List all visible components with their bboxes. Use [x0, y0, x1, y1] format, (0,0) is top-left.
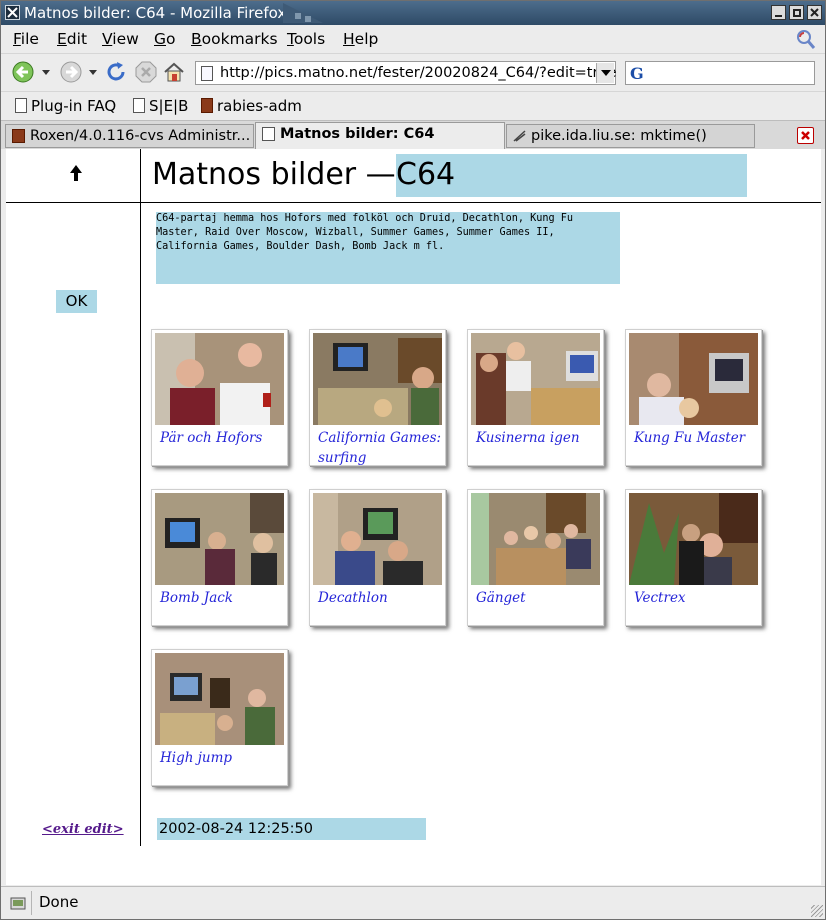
bookmark-label: Plug-in FAQ [31, 97, 117, 115]
search-box[interactable]: G [625, 61, 815, 85]
navigation-toolbar: http://pics.matno.net/fester/20020824_C6… [1, 53, 825, 91]
ok-button[interactable]: OK [56, 290, 97, 313]
menu-bookmarks[interactable]: Bookmarks [191, 30, 278, 48]
photo-card[interactable]: Gänget [467, 489, 604, 626]
photo-caption[interactable]: Bomb Jack [160, 588, 284, 608]
photo-caption[interactable]: Vectrex [634, 588, 758, 608]
photo-caption[interactable]: California Games: surfing [318, 428, 442, 468]
address-dropdown-button[interactable] [596, 63, 614, 83]
connection-status-icon [10, 897, 26, 910]
menu-help[interactable]: Help [343, 30, 378, 48]
status-separator [31, 891, 32, 915]
photo-card[interactable]: Decathlon [309, 489, 446, 626]
menu-view[interactable]: View [102, 30, 139, 48]
google-search-icon[interactable]: G [630, 64, 652, 83]
throbber-icon [797, 30, 816, 49]
photo-caption[interactable]: Pär och Hofors [160, 428, 284, 448]
tab-label: pike.ida.liu.se: mktime() [531, 128, 707, 144]
photo-caption[interactable]: Decathlon [318, 588, 442, 608]
home-icon[interactable] [162, 60, 186, 84]
album-description-field[interactable]: C64-partaj hemma hos Hofors med folköl o… [156, 212, 620, 284]
bookmark-plugin-faq[interactable]: Plug-in FAQ [15, 97, 116, 115]
photo-thumbnail[interactable] [313, 333, 442, 425]
titlebar-decoration [283, 3, 323, 23]
bookmarks-toolbar: Plug-in FAQ S|E|B rabies-adm [1, 91, 825, 120]
photo-thumbnail[interactable] [629, 493, 758, 585]
photo-caption[interactable]: High jump [160, 748, 284, 768]
window-menu-icon[interactable] [5, 5, 20, 20]
photo-thumbnail[interactable] [155, 653, 284, 745]
photo-card[interactable]: High jump [151, 649, 288, 786]
status-text: Done [39, 893, 79, 911]
page-content: Matnos bilder — C64 C64-partaj hemma hos… [6, 149, 821, 885]
forward-arrow-icon[interactable] [59, 60, 83, 84]
menu-go[interactable]: Go [154, 30, 176, 48]
maximize-button[interactable] [789, 5, 804, 20]
close-tab-button[interactable] [797, 127, 814, 144]
photo-thumbnail[interactable] [629, 333, 758, 425]
menu-edit[interactable]: Edit [57, 30, 87, 48]
exit-edit-link[interactable]: <exit edit> [42, 822, 124, 837]
bookmark-label: rabies-adm [217, 97, 302, 115]
photo-card[interactable]: Kusinerna igen [467, 329, 604, 466]
back-dropdown-icon[interactable] [42, 70, 50, 75]
page-icon [15, 98, 27, 113]
photo-card[interactable]: Vectrex [625, 489, 762, 626]
bookmark-label: S|E|B [149, 97, 189, 115]
photo-card[interactable]: California Games: surfing [309, 329, 446, 466]
menu-bar: File Edit View Go Bookmarks Tools Help [1, 26, 825, 52]
photo-caption[interactable]: Kung Fu Master [634, 428, 758, 448]
tab-pike-mktime[interactable]: pike.ida.liu.se: mktime() [506, 124, 755, 148]
tab-roxen-admin[interactable]: Roxen/4.0.116-cvs Administr... [5, 124, 254, 148]
title-bar: Matnos bilder: C64 - Mozilla Firefox [1, 1, 825, 25]
photo-thumbnail[interactable] [313, 493, 442, 585]
resize-grip[interactable] [811, 905, 823, 917]
album-title-field[interactable]: C64 [396, 154, 747, 197]
menu-file[interactable]: File [13, 30, 39, 48]
window-title: Matnos bilder: C64 - Mozilla Firefox [24, 4, 287, 22]
photo-caption[interactable]: Kusinerna igen [476, 428, 600, 448]
photo-thumbnail[interactable] [471, 333, 600, 425]
bookmark-rabies-adm[interactable]: rabies-adm [201, 97, 302, 115]
close-tab-icon [801, 131, 810, 140]
address-bar[interactable]: http://pics.matno.net/fester/20020824_C6… [195, 61, 617, 85]
close-window-button[interactable] [807, 5, 822, 20]
photo-thumbnail[interactable] [471, 493, 600, 585]
browser-window: Matnos bilder: C64 - Mozilla Firefox Fil… [0, 0, 826, 920]
up-arrow-icon[interactable] [68, 164, 84, 182]
photo-thumbnail[interactable] [155, 493, 284, 585]
back-arrow-icon[interactable] [11, 60, 35, 84]
tab-bar: Roxen/4.0.116-cvs Administr... Matnos bi… [1, 120, 825, 149]
forward-dropdown-icon[interactable] [89, 70, 97, 75]
pike-icon [513, 130, 526, 142]
photo-caption[interactable]: Gänget [476, 588, 600, 608]
menu-tools[interactable]: Tools [287, 30, 325, 48]
tab-label: Matnos bilder: C64 [280, 126, 435, 142]
photo-card[interactable]: Kung Fu Master [625, 329, 762, 466]
photo-thumbnail[interactable] [155, 333, 284, 425]
status-bar: Done [1, 886, 825, 919]
photo-card[interactable]: Bomb Jack [151, 489, 288, 626]
page-icon [201, 66, 213, 81]
photo-card[interactable]: Pär och Hofors [151, 329, 288, 466]
header-divider [6, 202, 821, 203]
stop-icon[interactable] [134, 60, 158, 84]
page-icon [133, 98, 145, 113]
album-date-field[interactable]: 2002-08-24 12:25:50 [157, 818, 426, 840]
tab-matnos-bilder[interactable]: Matnos bilder: C64 [255, 122, 505, 149]
roxen-icon [12, 129, 25, 143]
bookmark-seb[interactable]: S|E|B [133, 97, 188, 115]
page-heading: Matnos bilder — [152, 157, 396, 192]
minimize-button[interactable] [771, 5, 786, 20]
page-icon [262, 127, 275, 141]
tab-label: Roxen/4.0.116-cvs Administr... [30, 128, 251, 144]
album-title-text[interactable]: C64 [396, 157, 455, 192]
address-input[interactable]: http://pics.matno.net/fester/20020824_C6… [220, 65, 617, 81]
reload-icon[interactable] [104, 60, 128, 84]
column-divider [140, 149, 141, 846]
roxen-icon [201, 98, 213, 113]
